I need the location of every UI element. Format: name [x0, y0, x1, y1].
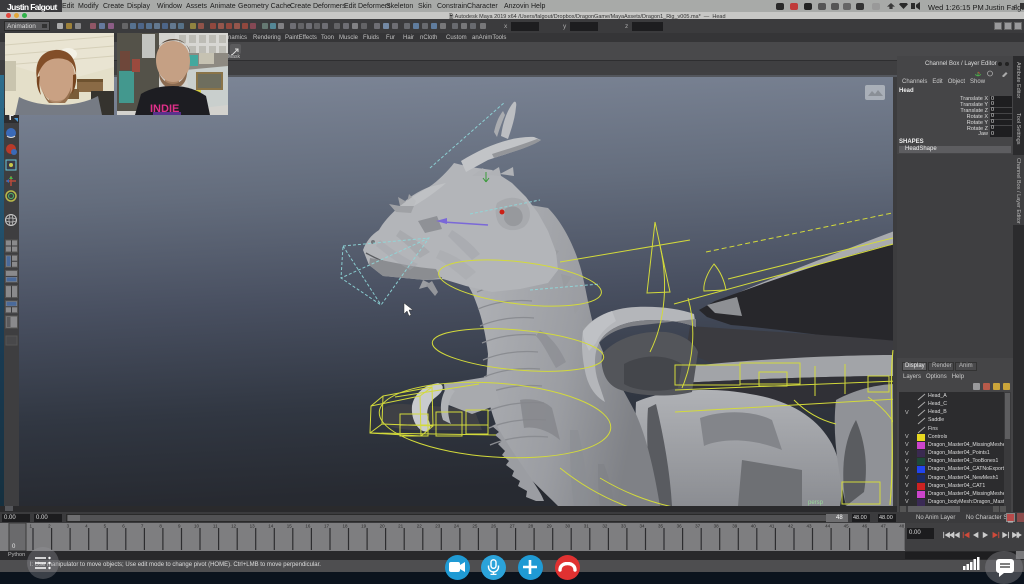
- svg-text:36: 36: [677, 524, 683, 529]
- svg-text:24: 24: [454, 524, 460, 529]
- svg-text:11: 11: [213, 524, 218, 529]
- svg-text:29: 29: [547, 524, 553, 529]
- svg-text:9: 9: [178, 524, 181, 529]
- svg-text:37: 37: [695, 524, 701, 529]
- svg-text:41: 41: [769, 524, 775, 529]
- svg-text:3: 3: [67, 524, 70, 529]
- svg-text:12: 12: [231, 524, 237, 529]
- svg-text:34: 34: [639, 524, 645, 529]
- svg-text:46: 46: [862, 524, 868, 529]
- svg-text:21: 21: [398, 524, 404, 529]
- svg-text:26: 26: [491, 524, 497, 529]
- svg-text:39: 39: [732, 524, 738, 529]
- svg-text:14: 14: [268, 524, 274, 529]
- svg-text:16: 16: [305, 524, 311, 529]
- svg-text:47: 47: [881, 524, 887, 529]
- svg-text:43: 43: [806, 524, 812, 529]
- svg-text:10: 10: [194, 524, 200, 529]
- svg-text:27: 27: [510, 524, 516, 529]
- svg-text:25: 25: [472, 524, 478, 529]
- svg-text:15: 15: [287, 524, 293, 529]
- svg-text:35: 35: [658, 524, 664, 529]
- svg-text:48: 48: [899, 524, 905, 529]
- svg-text:17: 17: [324, 524, 330, 529]
- svg-text:44: 44: [825, 524, 831, 529]
- svg-text:33: 33: [621, 524, 627, 529]
- svg-text:31: 31: [584, 524, 590, 529]
- svg-text:7: 7: [141, 524, 144, 529]
- svg-text:4: 4: [85, 524, 88, 529]
- svg-text:22: 22: [417, 524, 423, 529]
- svg-text:5: 5: [104, 524, 107, 529]
- svg-text:32: 32: [602, 524, 608, 529]
- svg-text:1: 1: [29, 524, 32, 529]
- svg-text:13: 13: [250, 524, 256, 529]
- svg-text:8: 8: [159, 524, 162, 529]
- svg-text:40: 40: [751, 524, 757, 529]
- svg-text:45: 45: [844, 524, 850, 529]
- svg-text:42: 42: [788, 524, 794, 529]
- svg-text:2: 2: [48, 524, 51, 529]
- svg-text:23: 23: [435, 524, 441, 529]
- svg-text:30: 30: [565, 524, 571, 529]
- svg-text:19: 19: [361, 524, 367, 529]
- svg-text:20: 20: [380, 524, 386, 529]
- svg-text:18: 18: [342, 524, 348, 529]
- svg-text:28: 28: [528, 524, 534, 529]
- svg-text:38: 38: [714, 524, 720, 529]
- svg-text:6: 6: [122, 524, 125, 529]
